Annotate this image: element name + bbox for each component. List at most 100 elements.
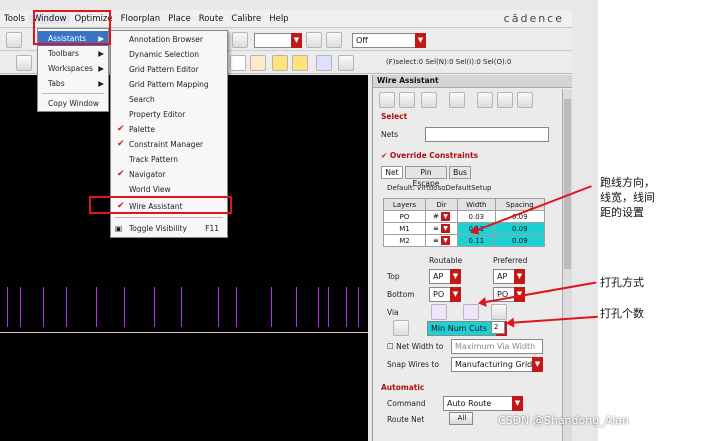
menu-item-toolbars[interactable]: Toolbars ▶ [38, 46, 108, 61]
via-count-input[interactable]: 2 [491, 321, 505, 334]
selection-status: (F)select:0 Sel(N):0 Sel(I):0 Sel(O):0 [386, 58, 512, 66]
gear-icon[interactable] [517, 92, 533, 108]
panel-scrollbar[interactable] [562, 89, 572, 441]
menu-place[interactable]: Place [164, 14, 195, 24]
spacing-cell[interactable]: 0.09 [494, 234, 546, 247]
col-header-spacing: Spacing [494, 198, 546, 211]
watermark: CSDN @Shandong_Alan [498, 414, 629, 427]
menu-tools[interactable]: Tools [0, 14, 29, 24]
width-cell[interactable]: 0.11 [457, 234, 496, 247]
route-all-button[interactable]: All [449, 412, 473, 425]
snap-value: Manufacturing Grid [455, 360, 533, 369]
via-icon[interactable] [338, 55, 354, 71]
menu-item-grid-pattern-mapping[interactable]: Grid Pattern Mapping [111, 77, 227, 92]
tab-net[interactable]: Net [381, 166, 403, 179]
net-width-dropdown[interactable]: Maximum Via Width [451, 339, 543, 354]
gear-icon[interactable] [477, 92, 493, 108]
panel-tool-icon[interactable] [449, 92, 465, 108]
table-row[interactable]: M2 ≡ ▼ 0.11 0.09 [383, 234, 546, 247]
menu-item-tabs[interactable]: Tabs ▶ [38, 76, 108, 91]
select-icon[interactable] [230, 55, 246, 71]
cadence-logo: cādence [503, 12, 564, 25]
submenu-arrow-icon: ▶ [98, 79, 104, 88]
layer-dropdown[interactable]: Off ▼ [352, 33, 426, 48]
layer-icon[interactable] [306, 32, 322, 48]
top-preferred-value: AP [497, 272, 508, 281]
menu-item-navigator[interactable]: ✔ Navigator [111, 167, 227, 182]
layer-dropdown-value: Off [356, 36, 368, 45]
chevron-down-icon: ▼ [514, 269, 525, 284]
preferred-header: Preferred [493, 256, 528, 265]
tab-bus[interactable]: Bus [449, 166, 471, 179]
layer-icon[interactable] [326, 32, 342, 48]
wire-icon[interactable] [316, 55, 332, 71]
menu-floorplan[interactable]: Floorplan [117, 14, 165, 24]
command-label: Command [387, 399, 426, 408]
route-icon[interactable] [250, 55, 266, 71]
width-cell[interactable]: 0.03 [457, 210, 496, 223]
menu-item-track-pattern[interactable]: Track Pattern [111, 152, 227, 167]
menu-item-label: Palette [129, 125, 155, 134]
menu-item-copy-window[interactable]: Copy Window [38, 96, 108, 111]
top-preferred-dropdown[interactable]: AP ▼ [493, 269, 525, 284]
annotation-via-count: 打孔个数 [600, 307, 644, 320]
menu-item-workspaces[interactable]: Workspaces ▶ [38, 61, 108, 76]
menu-item-constraint-manager[interactable]: ✔ Constraint Manager [111, 137, 227, 152]
panel-tool-icon[interactable] [379, 92, 395, 108]
view-dropdown[interactable]: ▼ [254, 33, 302, 48]
pin-icon[interactable] [272, 55, 288, 71]
more-icon[interactable] [491, 304, 507, 320]
menu-item-palette[interactable]: ✔ Palette [111, 122, 227, 137]
checkbox-checked-icon[interactable]: ✔ [381, 151, 387, 160]
menu-item-label: Workspaces [48, 64, 93, 73]
menu-item-property-editor[interactable]: Property Editor [111, 107, 227, 122]
panel-tool-icon[interactable] [421, 92, 437, 108]
dir-cell[interactable]: ≡ ▼ [424, 222, 459, 235]
top-routable-dropdown[interactable]: AP ▼ [429, 269, 461, 284]
trace-line [358, 287, 359, 327]
col-header-width: Width [457, 198, 496, 211]
nets-input[interactable] [425, 127, 549, 142]
scrollbar-thumb[interactable] [564, 99, 571, 269]
menu-route[interactable]: Route [195, 14, 228, 24]
dir-cell[interactable]: # ▼ [424, 210, 459, 223]
tool-icon[interactable] [6, 32, 22, 48]
menu-help[interactable]: Help [265, 14, 292, 24]
menu-item-grid-pattern-editor[interactable]: Grid Pattern Editor [111, 62, 227, 77]
trace-line [271, 287, 272, 327]
tool-icon[interactable] [232, 32, 248, 48]
tool-icon[interactable] [16, 55, 32, 71]
menu-item-dynamic-selection[interactable]: Dynamic Selection [111, 47, 227, 62]
pin-icon[interactable] [292, 55, 308, 71]
bottom-routable-dropdown[interactable]: PO ▼ [429, 287, 461, 302]
menu-divider [115, 217, 223, 218]
panel-tool-icon[interactable] [399, 92, 415, 108]
menu-item-annotation-browser[interactable]: Annotation Browser [111, 32, 227, 47]
gear-icon[interactable] [497, 92, 513, 108]
menu-calibre[interactable]: Calibre [227, 14, 265, 24]
trace-line [154, 287, 155, 327]
checkbox-icon[interactable]: ☐ [387, 342, 394, 351]
via-stack-icon[interactable] [431, 304, 447, 320]
via-pattern-icon[interactable] [463, 304, 479, 320]
menu-item-label: Toolbars [48, 49, 79, 58]
toggle-icon: ▣ [115, 224, 123, 233]
net-width-label: ☐ Net Width to [387, 342, 443, 351]
via-settings-icon[interactable] [393, 320, 409, 336]
menu-item-search[interactable]: Search [111, 92, 227, 107]
menu-item-toggle-visibility[interactable]: ▣ Toggle Visibility F11 [111, 221, 227, 236]
trace-line [328, 287, 329, 327]
command-dropdown[interactable]: Auto Route ▼ [443, 396, 523, 411]
spacing-cell[interactable]: 0.09 [494, 222, 546, 235]
layer-constraints-table: Layers Dir Width Spacing PO # ▼ 0.03 0.0… [383, 198, 546, 247]
menu-item-world-view[interactable]: World View [111, 182, 227, 197]
menu-item-label: Toggle Visibility [129, 224, 187, 233]
table-row[interactable]: M1 ≡ ▼ 0.11 0.09 [383, 222, 546, 235]
trace-line [7, 287, 8, 327]
dir-cell[interactable]: ≡ ▼ [424, 234, 459, 247]
annotation-wire-settings: 跑线方向， 线宽，线间 距的设置 [600, 176, 655, 219]
checkmark-icon: ✔ [117, 169, 125, 179]
snap-dropdown[interactable]: Manufacturing Grid ▼ [451, 357, 543, 372]
tab-pin-escape[interactable]: Pin Escape [405, 166, 447, 188]
checkmark-icon: ✔ [117, 139, 125, 149]
